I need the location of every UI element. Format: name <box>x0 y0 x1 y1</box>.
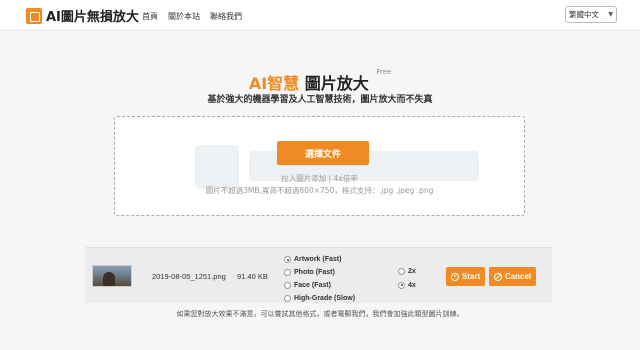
play-icon <box>450 272 459 281</box>
file-name: 2019-08-05_1251.png <box>152 272 226 281</box>
scale-label: 4x <box>408 281 416 289</box>
radio-icon[interactable] <box>284 282 291 289</box>
mode-face[interactable]: Face (Fast) <box>284 279 355 292</box>
radio-icon[interactable] <box>284 295 291 302</box>
page-subtitle: 基於強大的機器學習及人工智慧技術，圖片放大而不失真 <box>207 95 433 105</box>
mode-artwork[interactable]: Artwork (Fast) <box>284 253 355 266</box>
drop-hint: 拉入圖片添加 | 4x倍率 <box>281 174 358 183</box>
title-rest: 圖片放大 <box>304 74 369 93</box>
mode-label: Artwork (Fast) <box>294 256 342 263</box>
language-value: 繁體中文 <box>569 10 599 19</box>
scale-label: 2x <box>408 267 416 275</box>
language-select[interactable]: 繁體中文 ▼ <box>565 6 617 23</box>
upload-dropzone[interactable]: 選擇文件 拉入圖片添加 | 4x倍率 圖片不超過3MB,寬高不超過800×750… <box>114 116 525 216</box>
logo-icon <box>26 7 42 24</box>
mode-label: High-Grade (Slow) <box>294 295 356 302</box>
nav-contact[interactable]: 聯絡我們 <box>210 11 242 22</box>
select-file-button[interactable]: 選擇文件 <box>277 141 369 165</box>
scale-2x[interactable]: 2x <box>398 264 416 278</box>
page-title: AI智慧 圖片放大 Free <box>0 68 640 94</box>
start-button[interactable]: Start <box>446 267 485 286</box>
radio-selected-icon[interactable] <box>398 281 405 289</box>
scale-options: 2x 4x <box>398 264 416 292</box>
logo-text: AI圖片無損放大 <box>46 10 139 25</box>
ban-icon <box>493 272 502 281</box>
radio-icon[interactable] <box>398 267 405 275</box>
upload-rules: 圖片不超過3MB,寬高不超過800×750，格式支持：.jpg .jpeg .p… <box>205 186 434 195</box>
mode-label: Photo (Fast) <box>294 269 335 276</box>
file-row: 2019-08-05_1251.png 91.40 KB Artwork (Fa… <box>86 247 552 303</box>
nav-home[interactable]: 首頁 <box>142 11 158 22</box>
page: AI圖片無損放大 首頁 關於本站 聯絡我們 繁體中文 ▼ AI智慧 圖片放大 F… <box>0 0 640 350</box>
cancel-button[interactable]: Cancel <box>489 267 536 286</box>
main-nav: 首頁 關於本站 聯絡我們 <box>142 11 242 22</box>
site-logo[interactable]: AI圖片無損放大 <box>26 6 139 25</box>
file-size: 91.40 KB <box>237 272 268 281</box>
nav-about[interactable]: 關於本站 <box>168 11 200 22</box>
top-bar: AI圖片無損放大 首頁 關於本站 聯絡我們 繁體中文 ▼ <box>0 0 640 31</box>
mode-high-grade[interactable]: High-Grade (Slow) <box>284 292 355 305</box>
file-thumbnail <box>92 265 132 287</box>
footer-note: 如果您對放大效果不滿意，可以嘗試其他格式，或者電郵我們，我們會加強此類型圖片訓練… <box>176 310 464 318</box>
mode-options: Artwork (Fast) Photo (Fast) Face (Fast) … <box>284 253 355 305</box>
start-label: Start <box>461 272 481 281</box>
radio-icon[interactable] <box>284 269 291 276</box>
mode-photo[interactable]: Photo (Fast) <box>284 266 355 279</box>
scale-4x[interactable]: 4x <box>398 278 416 292</box>
radio-selected-icon[interactable] <box>284 256 291 263</box>
free-badge: Free <box>376 68 392 76</box>
mode-label: Face (Fast) <box>294 282 331 289</box>
title-accent: AI智慧 <box>248 74 300 93</box>
cancel-label: Cancel <box>504 272 532 281</box>
chevron-down-icon: ▼ <box>608 11 613 18</box>
